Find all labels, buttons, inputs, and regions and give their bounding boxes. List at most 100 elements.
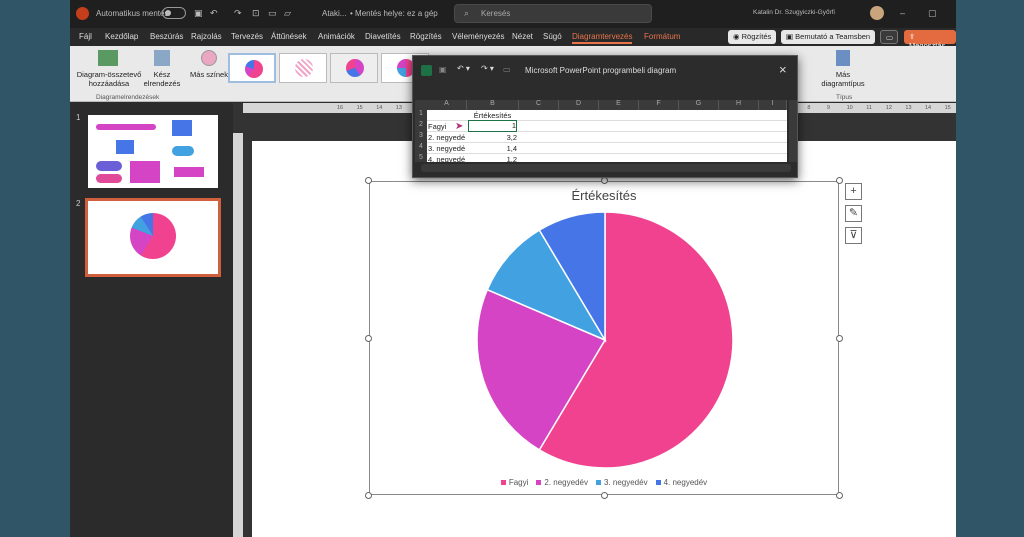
cell-b5[interactable]: 1,2: [468, 155, 517, 162]
type-group-label: Típus: [836, 94, 853, 101]
chart-object[interactable]: Értékesítés Fagyi 2. negyedév 3. negyedév 4…: [369, 181, 839, 495]
redo-icon[interactable]: ↷: [234, 8, 244, 18]
legend-entry[interactable]: 2. negyedév: [536, 478, 588, 487]
search-box[interactable]: ⌕ Keresés: [454, 4, 652, 23]
chart-styles-button[interactable]: ✎: [845, 205, 862, 222]
smartart-shape: [174, 167, 204, 177]
avatar[interactable]: [870, 6, 884, 20]
slide-canvas: Értékesítés Fagyi 2. negyedév 3. negyedév 4…: [252, 141, 956, 537]
column-header[interactable]: B: [467, 100, 519, 110]
tab-draw[interactable]: Rajzolás: [191, 32, 222, 41]
slide-thumbnail-1[interactable]: [88, 115, 218, 188]
pie-chart[interactable]: [370, 182, 840, 496]
resize-handle-bottom-left[interactable]: [365, 492, 372, 499]
row-header[interactable]: 1: [415, 110, 427, 121]
horizontal-scrollbar[interactable]: [421, 164, 791, 172]
share-button[interactable]: ⇪ Megosztás: [904, 30, 956, 50]
legend-swatch: [655, 480, 661, 486]
resize-handle-right[interactable]: [836, 335, 843, 342]
tab-review[interactable]: Véleményezés: [452, 32, 504, 41]
smartart-shape: [96, 161, 122, 171]
legend-entry[interactable]: 3. negyedév: [595, 478, 648, 487]
cell-header_b1[interactable]: Értékesítés: [468, 111, 517, 120]
close-icon[interactable]: ×: [779, 62, 787, 77]
quick-layout-button[interactable]: Kész elrendezés: [140, 70, 184, 88]
tab-animations[interactable]: Animációk: [318, 32, 355, 41]
chart-elements-button[interactable]: +: [845, 183, 862, 200]
row-header[interactable]: 4: [415, 143, 427, 154]
open-folder-icon[interactable]: ▱: [284, 8, 294, 18]
maximize-icon[interactable]: ▢: [928, 8, 938, 18]
column-header[interactable]: H: [719, 100, 759, 110]
save-icon[interactable]: ▣: [439, 65, 447, 74]
tab-format[interactable]: Formátum: [644, 32, 680, 41]
resize-handle-top-right[interactable]: [836, 177, 843, 184]
save-icon[interactable]: ▣: [194, 8, 204, 18]
chart-filters-button[interactable]: ⊽: [845, 227, 862, 244]
edit-in-excel-icon[interactable]: ▭: [503, 65, 511, 74]
tab-help[interactable]: Súgó: [543, 32, 562, 41]
resize-handle-left[interactable]: [365, 335, 372, 342]
legend-entry[interactable]: 4. negyedév: [655, 478, 707, 487]
minimize-icon[interactable]: –: [900, 8, 910, 18]
present-in-teams-button[interactable]: ▣ Bemutató a Teamsben: [781, 30, 876, 44]
column-header[interactable]: C: [519, 100, 559, 110]
cell-b3[interactable]: 3,2: [468, 133, 517, 142]
chart-style-2[interactable]: [279, 53, 327, 83]
legend-entry[interactable]: Fagyi: [500, 478, 528, 487]
start-slideshow-icon[interactable]: ▭: [268, 8, 278, 18]
tab-insert[interactable]: Beszúrás: [150, 32, 183, 41]
record-button[interactable]: ◉ Rögzítés: [728, 30, 777, 44]
change-chart-type-button[interactable]: Más diagramtípus: [815, 70, 871, 88]
ruler-tick: 16: [337, 105, 344, 111]
tab-design[interactable]: Tervezés: [231, 32, 263, 41]
share-icon: ⇪: [909, 32, 916, 41]
brush-icon: ✎: [848, 207, 859, 219]
column-header[interactable]: F: [639, 100, 679, 110]
chart-style-1[interactable]: [228, 53, 276, 83]
tab-file[interactable]: Fájl: [79, 32, 92, 41]
autosave-toggle[interactable]: [162, 7, 186, 19]
chart-data-window: ▣ ↶ ▾ ↷ ▾ ▭ Microsoft PowerPoint program…: [412, 55, 798, 178]
tab-transitions[interactable]: Áttűnések: [271, 32, 307, 41]
column-header[interactable]: I: [759, 100, 787, 110]
ruler-tick: 15: [944, 105, 951, 111]
undo-icon[interactable]: ↶ ▾: [457, 64, 470, 73]
row-header[interactable]: 5: [415, 154, 427, 162]
resize-handle-top[interactable]: [601, 177, 608, 184]
file-name: Ataki...: [322, 9, 347, 18]
cell-a3[interactable]: 2. negyedév: [428, 133, 465, 142]
comments-button[interactable]: ▭: [880, 30, 898, 44]
vertical-scrollbar[interactable]: [789, 100, 797, 162]
resize-handle-top-left[interactable]: [365, 177, 372, 184]
chart-style-3[interactable]: [330, 53, 378, 83]
cell-b4[interactable]: 1,4: [468, 144, 517, 153]
slide-thumbnail-2[interactable]: [85, 198, 221, 277]
add-chart-element-button[interactable]: Diagram-összetevő hozzáadása: [74, 70, 144, 88]
change-chart-type-icon: [836, 50, 850, 66]
undo-icon[interactable]: ↶: [210, 8, 220, 18]
chart-legend[interactable]: Fagyi 2. negyedév 3. negyedév 4. negyedév: [370, 478, 838, 487]
tab-view[interactable]: Nézet: [512, 32, 533, 41]
column-header[interactable]: E: [599, 100, 639, 110]
present-icon[interactable]: ⊡: [252, 8, 262, 18]
row-header[interactable]: 2: [415, 121, 427, 132]
column-header[interactable]: G: [679, 100, 719, 110]
quick-layout-icon: [154, 50, 170, 66]
redo-icon[interactable]: ↷ ▾: [481, 64, 494, 73]
comment-icon: ▭: [886, 33, 894, 42]
row-header[interactable]: 3: [415, 132, 427, 143]
tab-slideshow[interactable]: Diavetítés: [365, 32, 401, 41]
column-header[interactable]: A: [427, 100, 467, 110]
column-header[interactable]: D: [559, 100, 599, 110]
tab-record[interactable]: Rögzítés: [410, 32, 442, 41]
resize-handle-bottom[interactable]: [601, 492, 608, 499]
tab-home[interactable]: Kezdőlap: [105, 32, 138, 41]
cell-b2[interactable]: 1: [468, 120, 517, 132]
spreadsheet-grid[interactable]: A B C D E F G H I 1 2 3 4 5 Értékesítés Fagyi 1 2. negyed…: [415, 100, 787, 162]
cell-a4[interactable]: 3. negyedév: [428, 144, 465, 153]
resize-handle-bottom-right[interactable]: [836, 492, 843, 499]
change-colors-button[interactable]: Más színek: [190, 70, 228, 79]
cell-a5[interactable]: 4. negyedév: [428, 155, 465, 162]
tab-chart-design[interactable]: Diagramtervezés: [572, 32, 633, 44]
